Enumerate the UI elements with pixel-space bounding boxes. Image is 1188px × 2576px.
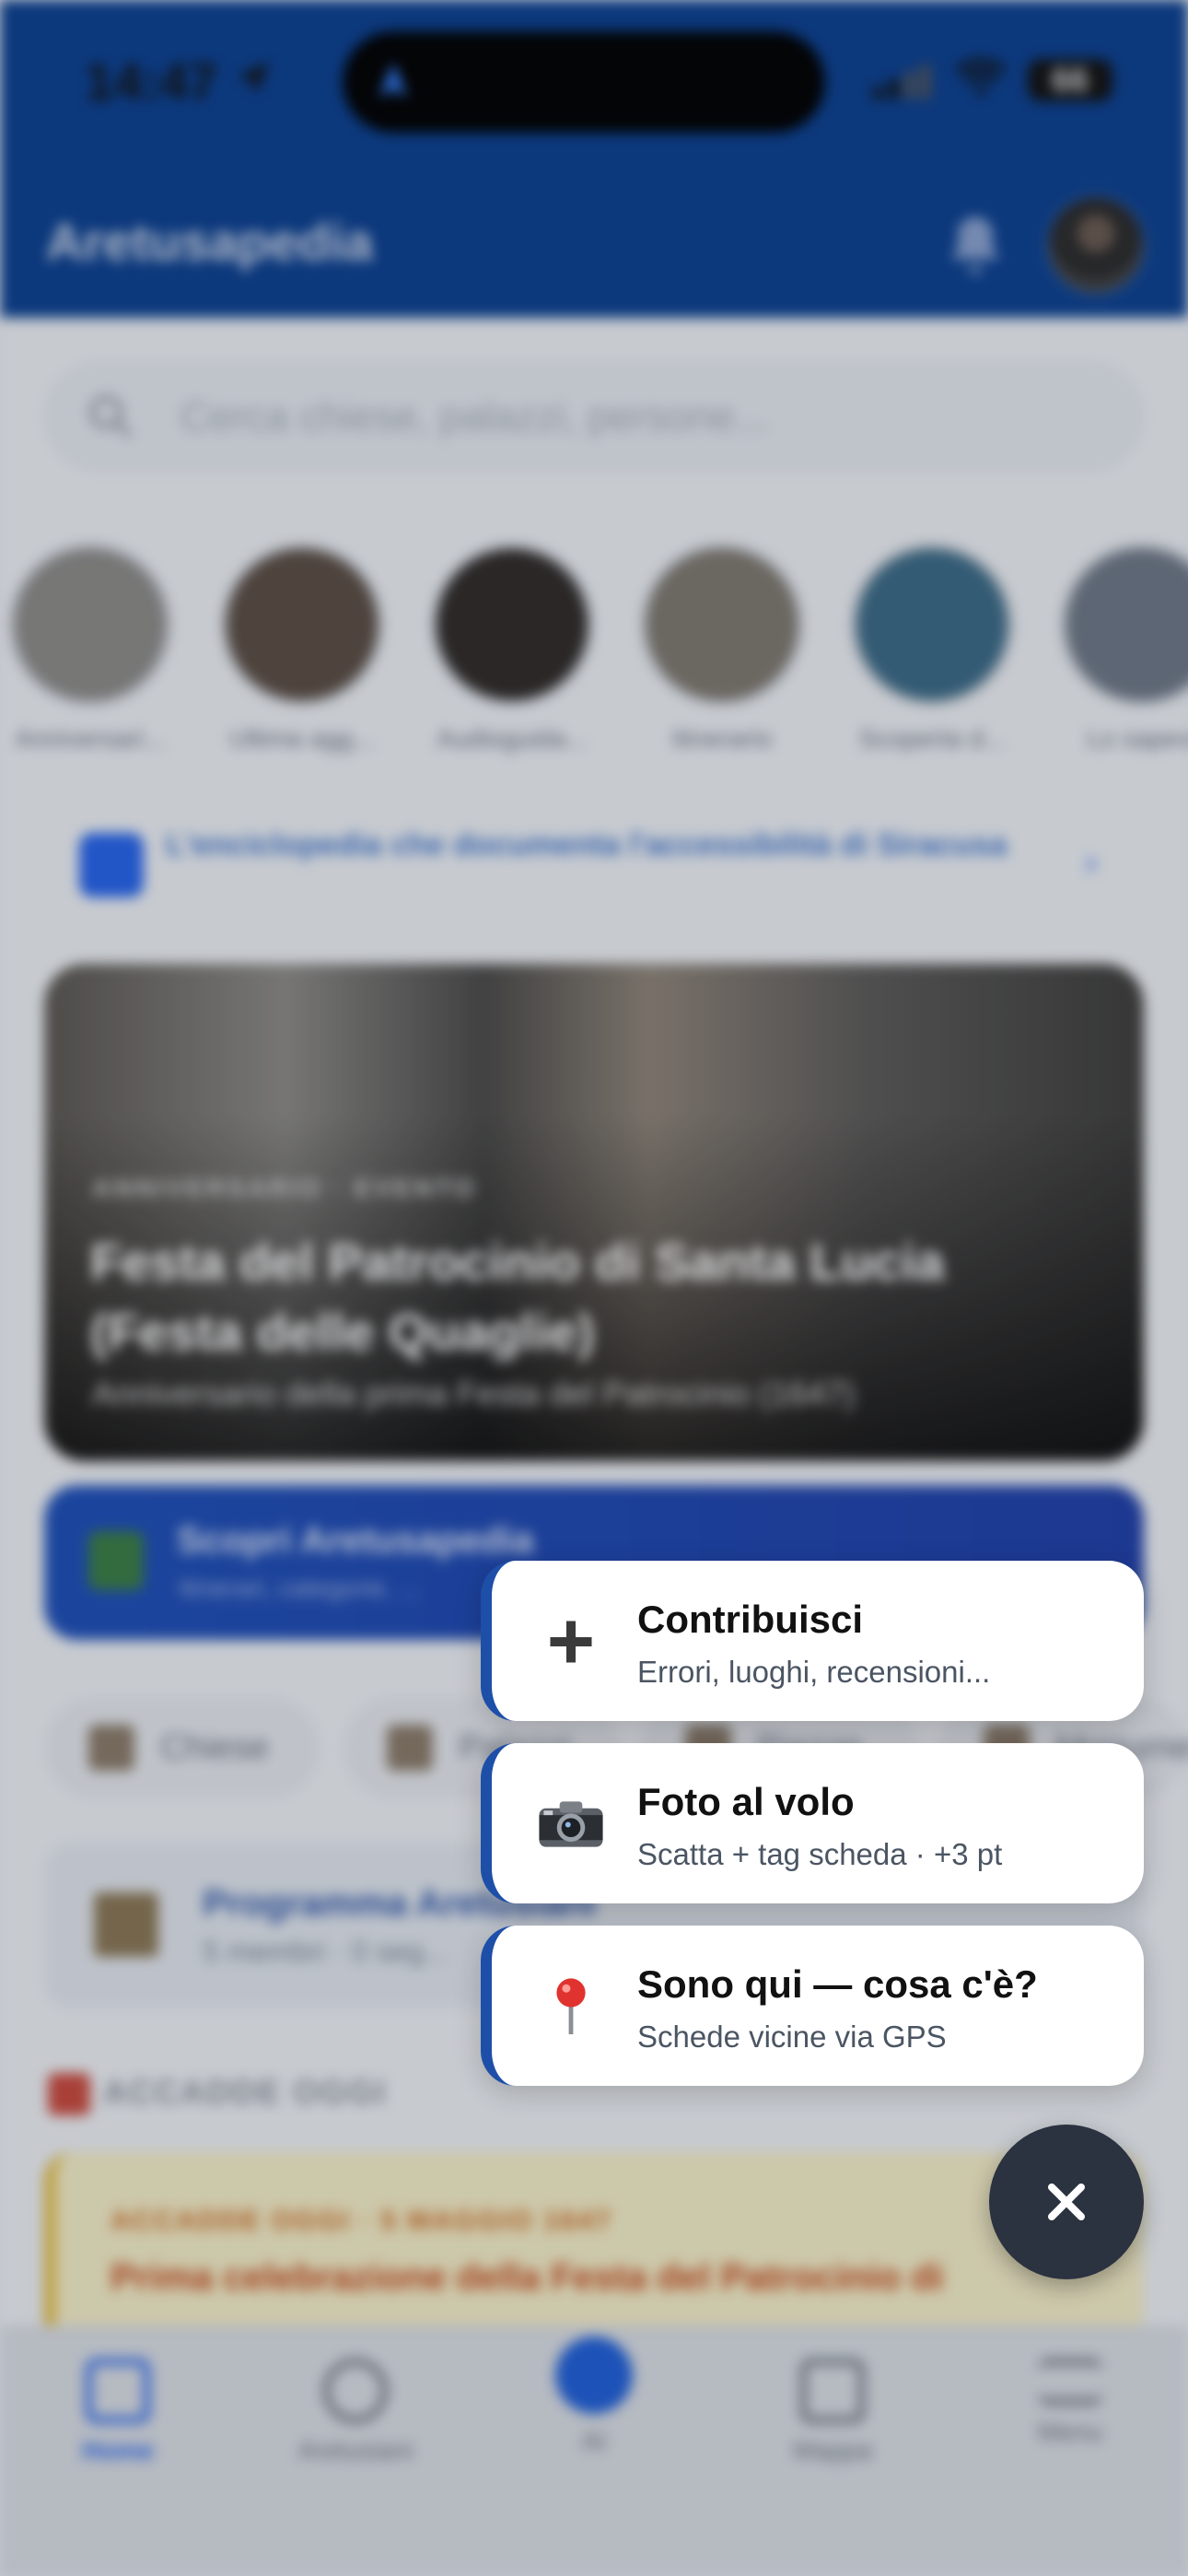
plus-icon xyxy=(534,1605,608,1679)
close-icon xyxy=(1048,2184,1085,2220)
pin-icon xyxy=(534,1970,608,2043)
menu-item-subtitle: Schede vicine via GPS xyxy=(637,2020,947,2054)
contribute-button[interactable]: Contribuisci Errori, luoghi, recensioni.… xyxy=(481,1561,1144,1721)
menu-item-subtitle: Scatta + tag scheda · +3 pt xyxy=(637,1837,1003,1871)
menu-item-title: Sono qui — cosa c'è? xyxy=(637,1962,1038,2006)
menu-item-title: Contribuisci xyxy=(637,1598,864,1641)
nearby-gps-button[interactable]: Sono qui — cosa c'è? Schede vicine via G… xyxy=(481,1926,1144,2086)
menu-item-title: Foto al volo xyxy=(637,1780,855,1823)
quick-photo-button[interactable]: Foto al volo Scatta + tag scheda · +3 pt xyxy=(481,1743,1144,1903)
camera-icon xyxy=(534,1787,608,1861)
menu-item-subtitle: Errori, luoghi, recensioni... xyxy=(637,1655,991,1689)
close-menu-button[interactable] xyxy=(989,2125,1144,2279)
